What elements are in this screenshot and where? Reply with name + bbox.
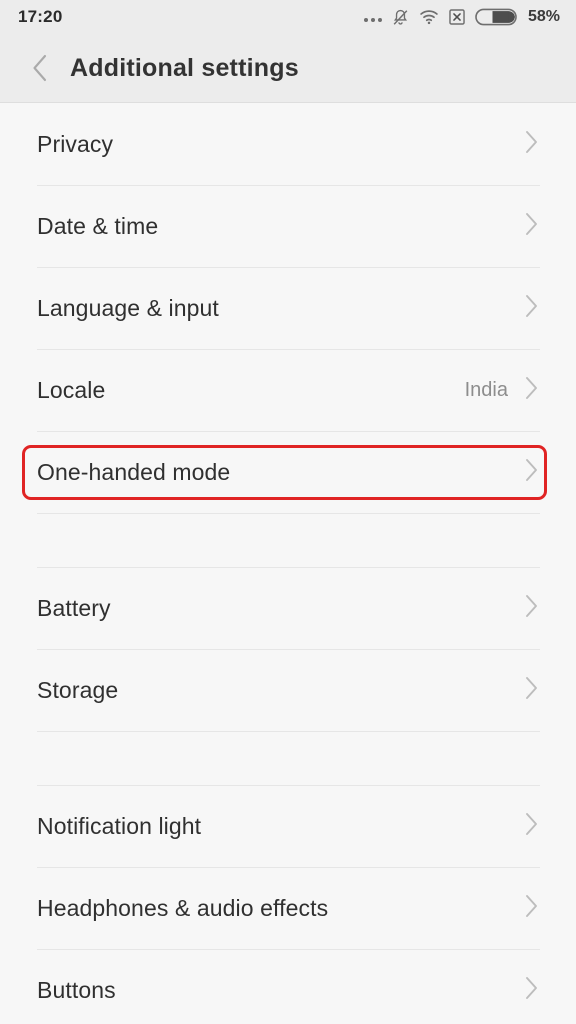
list-item-label: Locale [37, 377, 106, 403]
list-item-label: Headphones & audio effects [37, 895, 329, 921]
status-icons: 58% [363, 8, 560, 27]
no-sim-icon [448, 8, 466, 26]
list-item-label: Notification light [37, 813, 202, 839]
list-item-label: Storage [37, 677, 119, 703]
chevron-right-icon [524, 293, 540, 324]
chevron-right-icon [524, 593, 540, 624]
chevron-right-icon [524, 375, 540, 406]
list-item-chevron [524, 975, 540, 1006]
battery-percent-label: 58% [527, 8, 560, 25]
list-item-chevron [524, 457, 540, 488]
list-item[interactable]: Buttons [0, 950, 576, 1024]
list-item[interactable]: Date & time [0, 186, 576, 267]
list-item[interactable]: Battery [0, 568, 576, 649]
more-dots-icon [363, 10, 382, 24]
list-item-chevron [524, 893, 540, 924]
status-bar: 17:20 58% [0, 0, 576, 34]
list-item-chevron [524, 375, 540, 406]
battery-icon [475, 8, 517, 26]
list-item[interactable]: One-handed mode [0, 432, 576, 513]
list-item-chevron [524, 811, 540, 842]
app-bar: Additional settings [0, 34, 576, 103]
chevron-left-icon [31, 53, 49, 83]
bell-muted-icon [391, 8, 410, 27]
list-item[interactable]: Privacy [0, 104, 576, 185]
status-clock: 17:20 [18, 7, 63, 26]
settings-list[interactable]: Privacy Date & time Language & input Locale… [0, 104, 576, 1024]
list-item[interactable]: Language & input [0, 268, 576, 349]
list-item-label: One-handed mode [37, 459, 231, 485]
list-item-chevron [524, 675, 540, 706]
chevron-right-icon [524, 811, 540, 842]
phone-screen: 17:20 58% Additional settings Privacy Da… [0, 0, 576, 1024]
list-item[interactable]: Storage [0, 650, 576, 731]
list-item-label: Buttons [37, 977, 116, 1003]
list-item-label: Language & input [37, 295, 219, 321]
chevron-right-icon [524, 457, 540, 488]
list-item-chevron [524, 593, 540, 624]
list-item-chevron [524, 129, 540, 160]
chevron-right-icon [524, 975, 540, 1006]
list-item-label: Privacy [37, 131, 114, 157]
list-item[interactable]: Locale India [0, 350, 576, 431]
list-item-chevron [524, 293, 540, 324]
wifi-icon [419, 9, 439, 25]
chevron-right-icon [524, 893, 540, 924]
back-button[interactable] [14, 40, 66, 96]
list-item-label: Date & time [37, 213, 159, 239]
page-title: Additional settings [70, 53, 299, 82]
list-item-label: Battery [37, 595, 111, 621]
chevron-right-icon [524, 675, 540, 706]
list-item[interactable]: Headphones & audio effects [0, 868, 576, 949]
list-item-chevron [524, 211, 540, 242]
list-item-value: India [464, 379, 508, 401]
list-item[interactable]: Notification light [0, 786, 576, 867]
chevron-right-icon [524, 211, 540, 242]
chevron-right-icon [524, 129, 540, 160]
